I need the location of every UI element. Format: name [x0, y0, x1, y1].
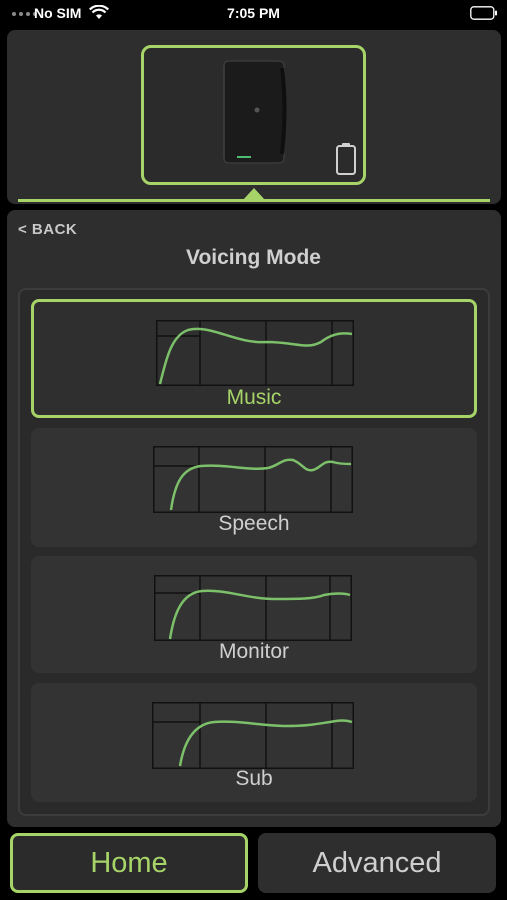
- mode-card-speech[interactable]: Speech: [31, 428, 477, 547]
- mode-label-monitor: Monitor: [218, 640, 290, 663]
- mode-label-speech: Speech: [218, 512, 290, 535]
- speaker-image: [223, 60, 287, 164]
- monitor-eq-curve-icon: [154, 575, 352, 641]
- mode-label-sub: Sub: [235, 767, 273, 790]
- music-eq-curve-icon: [156, 320, 354, 386]
- clock: 7:05 PM: [227, 5, 280, 21]
- mode-label-music: Music: [226, 386, 282, 409]
- back-button[interactable]: < BACK: [18, 221, 77, 238]
- sub-eq-curve-icon: [152, 702, 354, 769]
- tab-advanced[interactable]: Advanced: [258, 833, 496, 893]
- device-indicator-caret: [243, 188, 265, 200]
- speech-eq-curve-icon: [153, 446, 353, 513]
- battery-icon: [470, 6, 497, 20]
- mode-card-sub[interactable]: Sub: [31, 683, 477, 802]
- tab-home[interactable]: Home: [10, 833, 248, 893]
- mode-card-music[interactable]: Music: [31, 299, 477, 418]
- battery-level-icon: [336, 143, 356, 175]
- page-title: Voicing Mode: [186, 246, 321, 269]
- status-bar: No SIM 7:05 PM: [0, 0, 507, 26]
- mode-card-monitor[interactable]: Monitor: [31, 556, 477, 673]
